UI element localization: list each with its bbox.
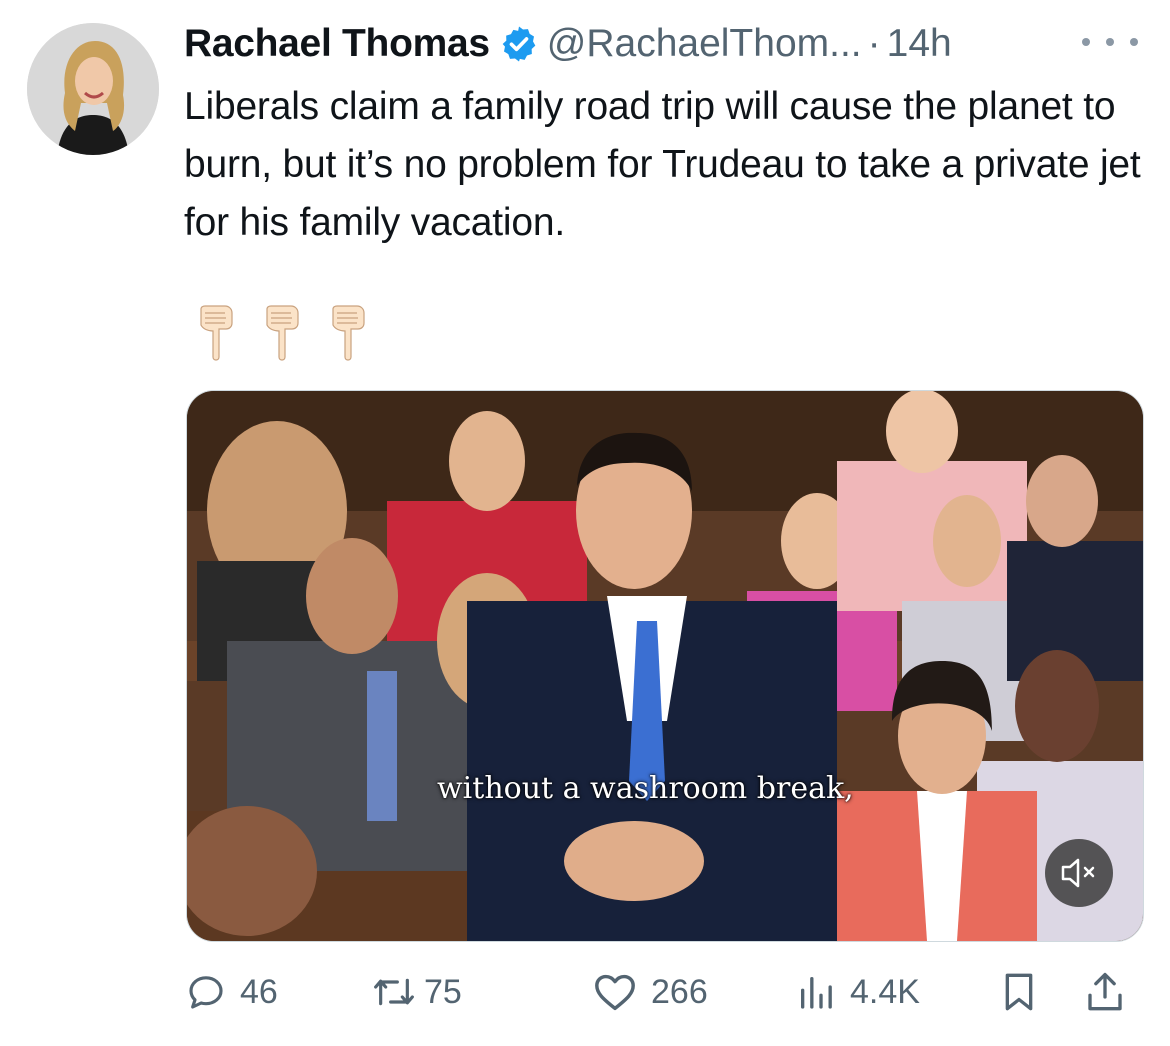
tweet-header: Rachael Thomas @RachaelThom... · 14h [184, 18, 952, 70]
views-count: 4.4K [850, 972, 920, 1011]
pointing-down-hand-icon [200, 305, 233, 361]
more-options-icon[interactable] [1082, 30, 1138, 54]
bookmark-button[interactable] [1001, 962, 1037, 1022]
emoji-row [195, 305, 369, 363]
heart-icon [595, 974, 635, 1011]
tweet-actions: 46 75 266 4.4K [186, 962, 1146, 1022]
author-name[interactable]: Rachael Thomas [184, 22, 490, 66]
repost-arrows-icon [374, 978, 414, 1006]
reply-button[interactable]: 46 [186, 962, 278, 1022]
reply-bubble-icon [189, 976, 223, 1009]
pointing-down-hand-icon [266, 305, 299, 361]
share-button[interactable] [1086, 962, 1124, 1022]
repost-button[interactable]: 75 [372, 962, 462, 1022]
avatar-image [27, 23, 159, 155]
bookmark-icon [1005, 973, 1033, 1011]
views-bars-icon [801, 977, 832, 1009]
reply-count: 46 [240, 972, 278, 1011]
verified-badge-icon [499, 24, 539, 64]
like-button[interactable]: 266 [593, 962, 708, 1022]
separator-dot: · [867, 22, 881, 65]
repost-count: 75 [424, 972, 462, 1011]
share-icon [1088, 972, 1122, 1011]
more-dot [1130, 38, 1138, 46]
tweet-time[interactable]: 14h [887, 22, 952, 66]
video-caption: without a washroom break, [437, 771, 854, 806]
video-frame [187, 391, 1143, 941]
tweet-text: Liberals claim a family road trip will c… [184, 85, 1141, 244]
pointing-down-hand-icon [332, 305, 365, 361]
speaker-muted-icon[interactable] [1045, 839, 1113, 907]
tweet-video[interactable]: without a washroom break, [186, 390, 1144, 942]
author-handle[interactable]: @RachaelThom... [547, 22, 862, 66]
author-avatar[interactable] [27, 23, 159, 155]
more-dot [1106, 38, 1114, 46]
more-dot [1082, 38, 1090, 46]
like-count: 266 [651, 972, 708, 1011]
views-button[interactable]: 4.4K [796, 962, 920, 1022]
